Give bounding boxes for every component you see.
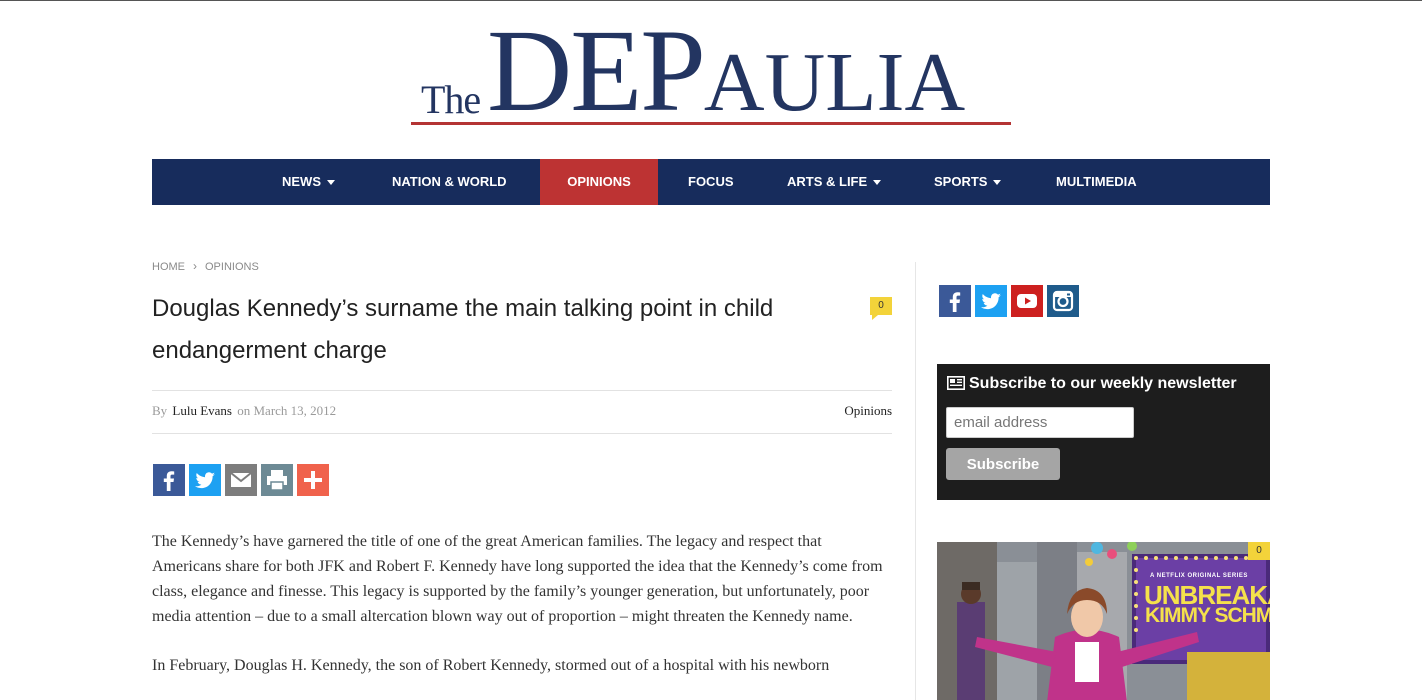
email-icon: [225, 464, 257, 496]
nav-item-multimedia[interactable]: MULTIMEDIA: [1056, 159, 1137, 205]
site-logo[interactable]: The DEPAULIA: [411, 12, 1011, 130]
chevron-down-icon: [327, 180, 335, 186]
social-facebook-button[interactable]: [939, 285, 971, 317]
article-paragraph: The Kennedy’s have garnered the title of…: [152, 533, 883, 625]
twitter-icon: [975, 285, 1007, 317]
sidebar-divider: [915, 262, 916, 700]
social-instagram-button[interactable]: [1047, 285, 1079, 317]
logo-wordmark: DEPAULIA: [487, 12, 965, 130]
meta-divider-bottom: [152, 433, 892, 434]
logo-wordmark-small: AULIA: [703, 36, 966, 129]
article-paragraph: In February, Douglas H. Kennedy, the son…: [152, 657, 830, 674]
share-print-button[interactable]: [261, 464, 293, 496]
share-facebook-button[interactable]: [153, 464, 185, 496]
promo-comment-badge[interactable]: 0: [1248, 542, 1270, 560]
social-youtube-button[interactable]: [1011, 285, 1043, 317]
author-link[interactable]: Lulu Evans: [172, 403, 232, 418]
promo-series-label: A NETFLIX ORIGINAL SERIES: [1150, 573, 1248, 579]
promo-image[interactable]: A NETFLIX ORIGINAL SERIES UNBREAKABLE KI…: [937, 542, 1270, 700]
email-field[interactable]: [946, 407, 1134, 438]
share-more-button[interactable]: [297, 464, 329, 496]
nav-label: ARTS & LIFE: [787, 174, 868, 189]
nav-label: NEWS: [282, 174, 321, 189]
promo-title-line2: KIMMY SCHMIDT: [1145, 604, 1270, 627]
facebook-icon: [939, 285, 971, 317]
nav-label: SPORTS: [934, 174, 988, 189]
logo-underline: [411, 122, 1011, 125]
social-twitter-button[interactable]: [975, 285, 1007, 317]
article-meta: By Lulu Evans on March 13, 2012: [152, 403, 336, 419]
logo-the: The: [421, 77, 481, 122]
share-twitter-button[interactable]: [189, 464, 221, 496]
chevron-down-icon: [993, 180, 1002, 186]
breadcrumb-current[interactable]: OPINIONS: [205, 261, 259, 273]
instagram-icon: [1047, 285, 1079, 317]
newspaper-icon: [947, 376, 965, 395]
article-body: The Kennedy’s have garnered the title of…: [152, 529, 892, 700]
newsletter-widget: Subscribe to our weekly newsletter Subsc…: [937, 364, 1270, 500]
logo-wordmark-large: DEP: [487, 5, 706, 136]
print-icon: [261, 464, 293, 496]
nav-item-nation-world[interactable]: NATION & WORLD: [392, 159, 507, 205]
nav-label: MULTIMEDIA: [1056, 174, 1137, 189]
chevron-down-icon: [873, 180, 882, 186]
article-date: March 13, 2012: [253, 403, 337, 418]
nav-label: NATION & WORLD: [392, 174, 507, 189]
nav-item-news[interactable]: NEWS: [282, 159, 335, 205]
nav-label: OPINIONS: [567, 174, 631, 189]
nav-item-arts-life[interactable]: ARTS & LIFE: [787, 159, 882, 205]
facebook-icon: [153, 464, 185, 496]
comment-count-badge[interactable]: 0: [870, 297, 892, 320]
nav-label: FOCUS: [688, 174, 734, 189]
breadcrumb-separator: ›: [193, 259, 197, 273]
article-title: Douglas Kennedy’s surname the main talki…: [152, 295, 774, 364]
breadcrumb-home[interactable]: HOME: [152, 261, 185, 273]
meta-on: on: [237, 403, 251, 418]
nav-item-opinions[interactable]: OPINIONS: [540, 159, 658, 205]
meta-by: By: [152, 403, 168, 418]
twitter-icon: [189, 464, 221, 496]
main-nav: NEWS NATION & WORLD OPINIONS FOCUS ARTS …: [152, 159, 1270, 205]
share-email-button[interactable]: [225, 464, 257, 496]
newsletter-title: Subscribe to our weekly newsletter: [947, 375, 1237, 395]
plus-icon: [297, 464, 329, 496]
newsletter-title-text: Subscribe to our weekly newsletter: [969, 375, 1237, 392]
nav-item-focus[interactable]: FOCUS: [688, 159, 734, 205]
subscribe-button[interactable]: Subscribe: [946, 448, 1060, 480]
nav-item-sports[interactable]: SPORTS: [934, 159, 1002, 205]
meta-divider-top: [152, 390, 892, 391]
breadcrumb: HOME › OPINIONS: [152, 259, 259, 273]
youtube-icon: [1011, 285, 1043, 317]
article-category-link[interactable]: Opinions: [792, 403, 892, 419]
top-border: [0, 0, 1422, 1]
